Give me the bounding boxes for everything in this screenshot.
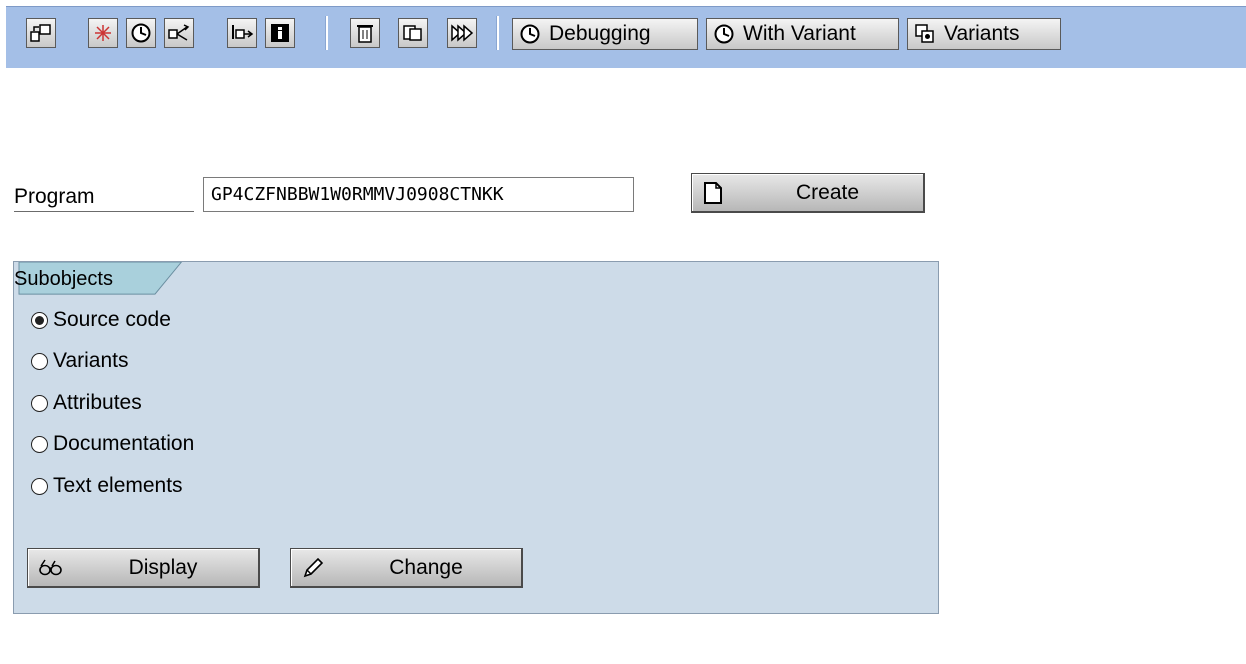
program-input[interactable] xyxy=(203,177,634,212)
change-button[interactable]: Change xyxy=(290,548,523,588)
radio-label: Text elements xyxy=(53,474,183,497)
create-label: Create xyxy=(795,180,860,204)
display-label: Display xyxy=(128,555,198,579)
program-label-underline xyxy=(14,211,194,212)
radio-label: Attributes xyxy=(53,391,142,414)
radio-label: Source code xyxy=(53,308,171,331)
delete-icon[interactable] xyxy=(350,18,380,48)
with-variant-label: With Variant xyxy=(743,22,856,45)
execute-icon xyxy=(714,24,734,44)
execute-icon[interactable] xyxy=(126,18,156,48)
toolbar-separator xyxy=(496,16,499,50)
check-syntax-icon[interactable] xyxy=(88,18,118,48)
debugging-button[interactable]: Debugging xyxy=(512,18,698,50)
radio-button[interactable] xyxy=(31,394,48,412)
radio-button[interactable] xyxy=(31,311,48,329)
program-label: Program xyxy=(14,185,95,208)
radio-button[interactable] xyxy=(31,477,48,495)
display-button[interactable]: Display xyxy=(27,548,260,588)
execute-icon xyxy=(520,24,540,44)
subobjects-title: Subobjects xyxy=(14,268,113,290)
copy-icon[interactable] xyxy=(398,18,428,48)
toolbar-separator xyxy=(325,16,328,50)
rename-icon[interactable] xyxy=(447,18,477,48)
radio-button[interactable] xyxy=(31,435,48,453)
where-used-list-icon[interactable] xyxy=(164,18,194,48)
create-button[interactable]: Create xyxy=(691,173,925,213)
radio-label: Documentation xyxy=(53,432,195,455)
radio-button[interactable] xyxy=(31,352,48,370)
radio-variants[interactable]: Variants xyxy=(31,349,128,373)
info-icon[interactable] xyxy=(265,18,295,48)
change-label: Change xyxy=(389,555,463,579)
radio-attributes[interactable]: Attributes xyxy=(31,391,142,415)
variants-icon xyxy=(915,24,934,43)
other-object-icon[interactable] xyxy=(26,18,56,48)
radio-source-code[interactable]: Source code xyxy=(31,308,171,332)
debugging-label: Debugging xyxy=(549,22,651,45)
radio-text-elements[interactable]: Text elements xyxy=(31,474,183,498)
variants-label: Variants xyxy=(944,22,1020,45)
activate-icon[interactable] xyxy=(227,18,257,48)
radio-documentation[interactable]: Documentation xyxy=(31,432,194,456)
variants-button[interactable]: Variants xyxy=(907,18,1061,50)
with-variant-button[interactable]: With Variant xyxy=(706,18,899,50)
radio-label: Variants xyxy=(53,349,129,372)
